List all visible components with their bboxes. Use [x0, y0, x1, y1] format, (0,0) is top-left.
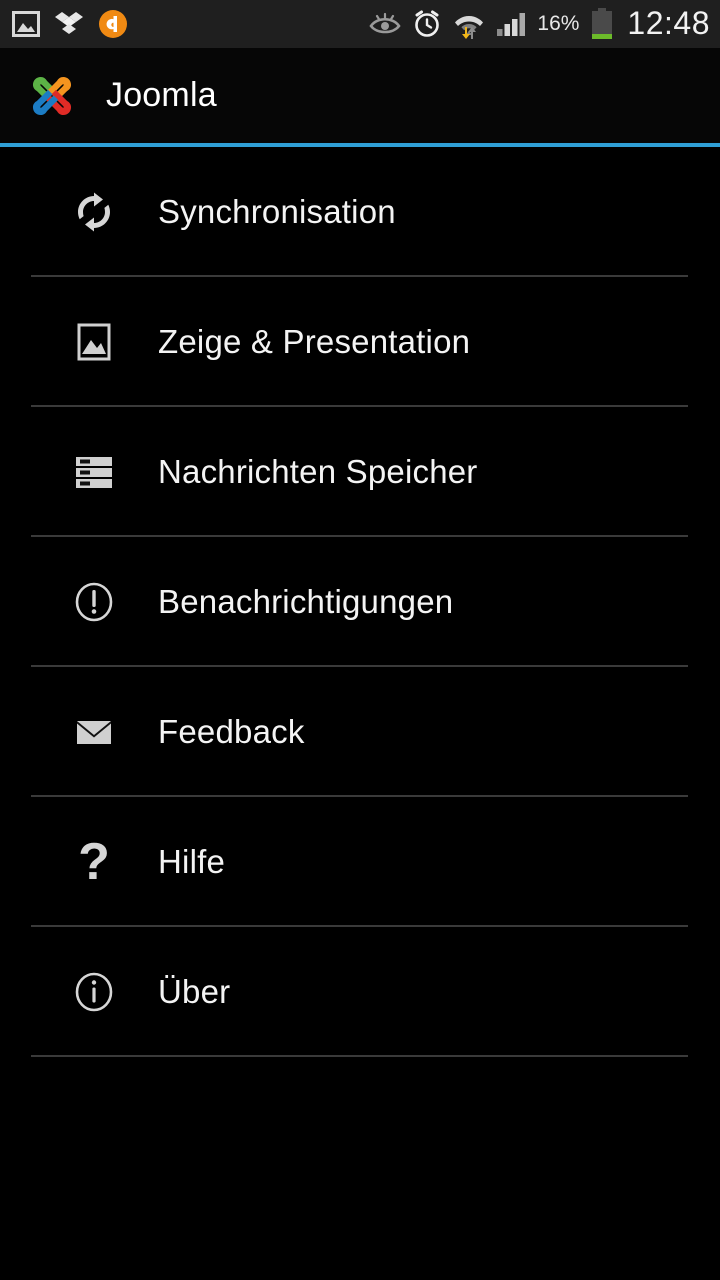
menu-item-label: Benachrichtigungen [158, 583, 454, 620]
app-title: Joomla [106, 76, 217, 114]
menu-item-zeige-presentation[interactable]: Zeige & Presentation [0, 277, 720, 407]
menu-item-label: Nachrichten Speicher [158, 453, 478, 490]
alert-circle-icon [70, 578, 118, 626]
settings-menu-list: Synchronisation Zeige & Presentation Nac… [0, 147, 720, 1057]
menu-item-hilfe[interactable]: ? Hilfe [0, 797, 720, 927]
alarm-clock-icon [415, 10, 440, 37]
question-mark-icon: ? [70, 833, 118, 891]
image-icon [70, 318, 118, 366]
sync-icon [70, 188, 118, 236]
app-screen: 16% 12:48 Joomla Synchronisation Zeige &… [0, 0, 720, 1280]
wifi-transfer-icon [455, 16, 484, 39]
clock-label: 12:48 [627, 5, 710, 41]
menu-item-label: Über [158, 973, 231, 1010]
gallery-icon [12, 11, 40, 37]
list-divider [31, 1055, 688, 1057]
storage-icon [70, 448, 118, 496]
menu-item-benachrichtigungen[interactable]: Benachrichtigungen [0, 537, 720, 667]
menu-item-ueber[interactable]: Über [0, 927, 720, 1057]
menu-item-synchronisation[interactable]: Synchronisation [0, 147, 720, 277]
dropbox-icon [55, 12, 83, 34]
menu-item-label: Zeige & Presentation [158, 323, 471, 360]
joomla-logo [32, 76, 72, 115]
status-bar-system-icons: 16% 12:48 [369, 7, 710, 41]
status-bar-notification-icons [12, 9, 128, 39]
menu-item-feedback[interactable]: Feedback [0, 667, 720, 797]
smart-stay-eye-icon [369, 12, 401, 34]
signal-bars-icon [497, 13, 526, 36]
info-circle-icon [70, 968, 118, 1016]
mail-icon [70, 708, 118, 756]
menu-item-nachrichten-speicher[interactable]: Nachrichten Speicher [0, 407, 720, 537]
battery-percent-label: 16% [537, 12, 580, 35]
menu-item-label: Hilfe [158, 843, 226, 880]
battery-icon [592, 8, 613, 39]
menu-item-label: Feedback [158, 713, 305, 750]
action-bar[interactable]: Joomla [0, 48, 720, 143]
status-bar: 16% 12:48 [0, 0, 720, 48]
question-mark-glyph: ? [78, 833, 110, 891]
menu-item-label: Synchronisation [158, 193, 396, 230]
avast-icon [99, 10, 127, 38]
